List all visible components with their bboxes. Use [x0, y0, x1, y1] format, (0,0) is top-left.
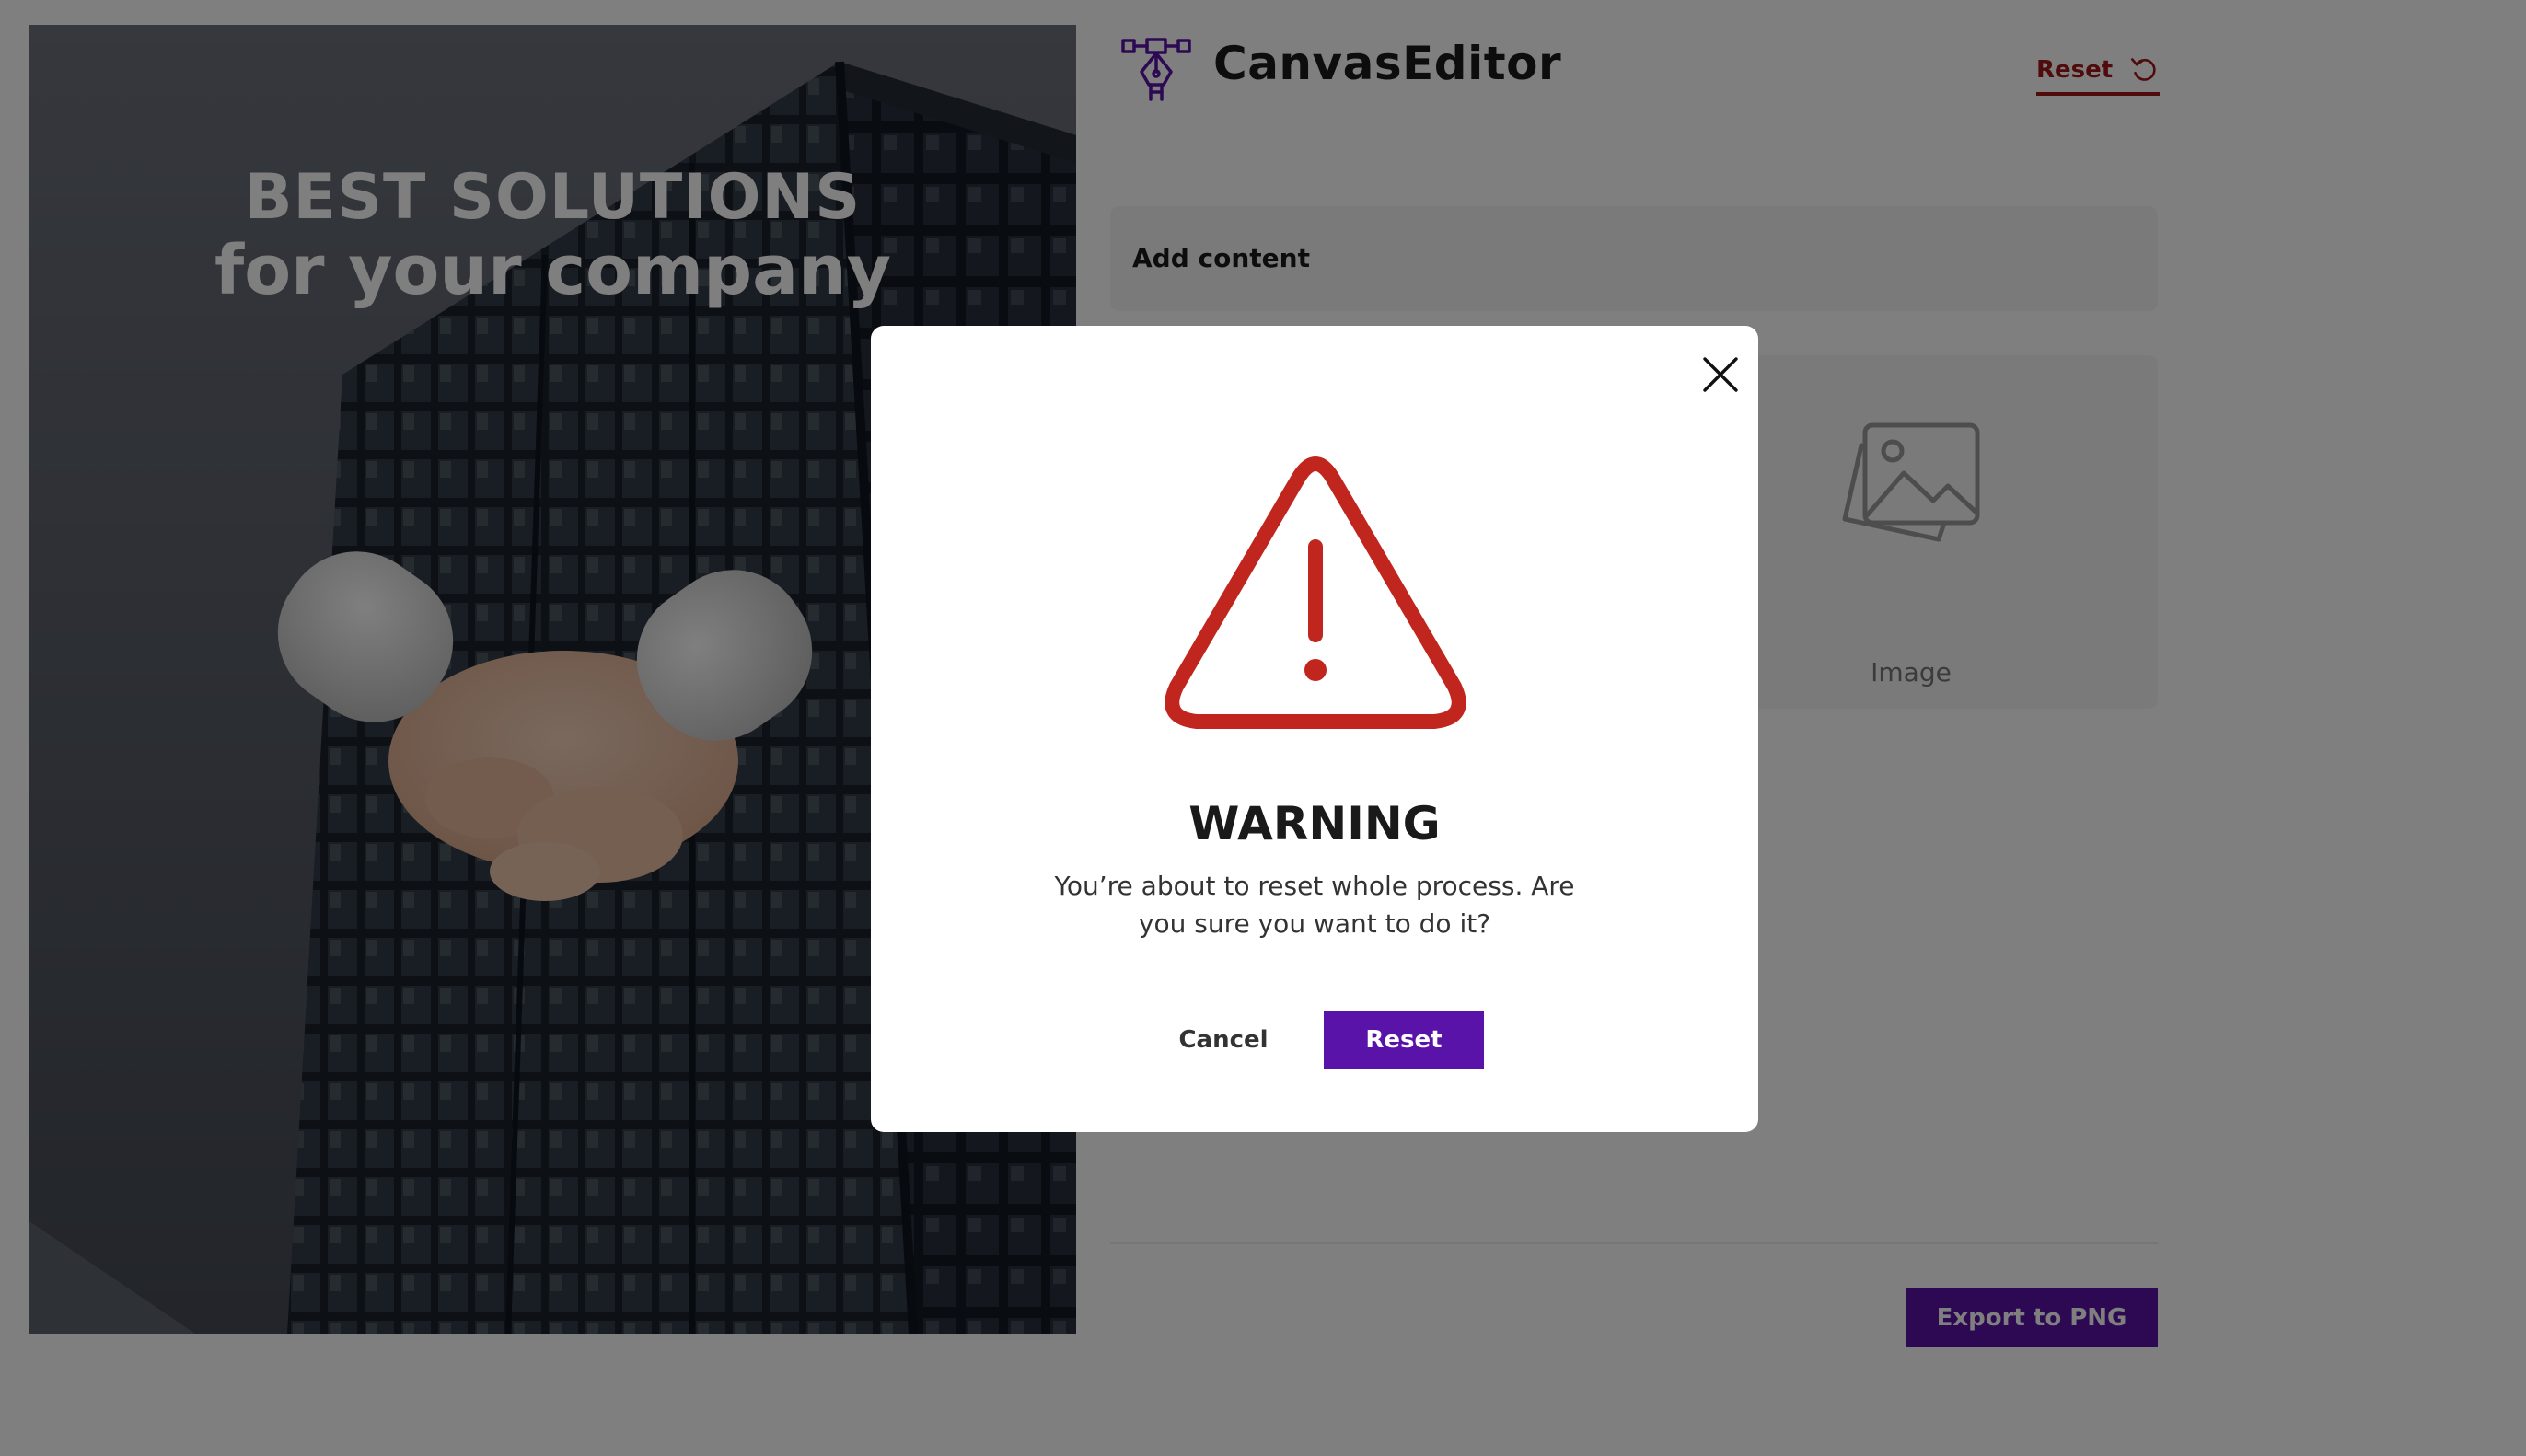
warning-dialog: WARNING You’re about to reset whole proc… — [871, 326, 1758, 1132]
cancel-button[interactable]: Cancel — [1154, 1011, 1292, 1069]
close-icon[interactable] — [1692, 346, 1749, 403]
dialog-title: WARNING — [1188, 797, 1441, 850]
warning-triangle-icon — [1165, 456, 1466, 729]
dialog-message: You’re about to reset whole process. Are… — [1054, 871, 1575, 939]
confirm-reset-button[interactable]: Reset — [1324, 1011, 1484, 1069]
